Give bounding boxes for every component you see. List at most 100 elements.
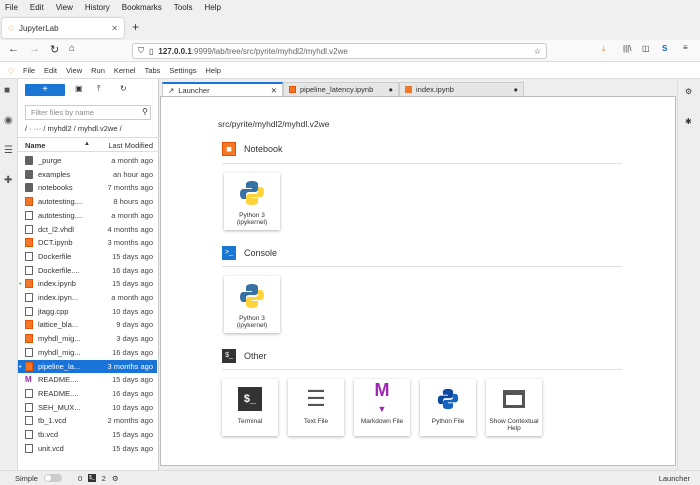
simple-mode-toggle[interactable] — [43, 474, 62, 482]
file-row[interactable]: autotesting.... 8 hours ago — [18, 195, 157, 208]
browser-menu-edit[interactable]: Edit — [30, 3, 44, 12]
column-modified[interactable]: Last Modified — [108, 141, 153, 150]
file-row[interactable]: unit.vcd 15 days ago — [18, 442, 157, 455]
browser-menu-file[interactable]: File — [5, 3, 18, 12]
file-modified: 10 days ago — [112, 306, 153, 316]
tab-launcher[interactable]: ↗ Launcher ✕ — [162, 82, 283, 97]
markdown-icon: M — [25, 375, 32, 385]
browser-menu-bookmarks[interactable]: Bookmarks — [122, 3, 162, 12]
python-logo-icon — [224, 179, 280, 207]
file-row[interactable]: SEH_MUX... 10 days ago — [18, 401, 157, 414]
home-icon[interactable]: ⌂ — [69, 43, 75, 54]
tab-pipeline-latency[interactable]: pipeline_latency.ipynb ● — [283, 82, 399, 97]
forward-icon[interactable]: → — [29, 43, 40, 55]
section-other: $_ Other — [222, 349, 267, 363]
back-icon[interactable]: ← — [8, 43, 19, 55]
file-row[interactable]: notebooks 7 months ago — [18, 181, 157, 194]
browser-menu-help[interactable]: Help — [204, 3, 220, 12]
notebook-icon — [25, 361, 33, 371]
file-row[interactable]: myhdl_mig... 3 days ago — [18, 332, 157, 345]
file-name: _purge — [38, 156, 62, 165]
close-icon[interactable]: ✕ — [271, 86, 277, 95]
menu-run[interactable]: Run — [91, 66, 105, 75]
close-tab-icon[interactable]: ✕ — [111, 24, 118, 33]
property-inspector-icon[interactable]: ⚙ — [685, 87, 692, 96]
console-python3-card[interactable]: Python 3 (ipykernel) — [224, 276, 280, 333]
column-name[interactable]: Name — [25, 141, 45, 150]
browser-menu-view[interactable]: View — [56, 3, 73, 12]
filter-input[interactable]: Filter files by name — [25, 105, 151, 120]
menu-edit[interactable]: Edit — [44, 66, 57, 75]
file-row[interactable]: • index.ipynb 15 days ago — [18, 277, 157, 290]
extension-icon[interactable]: ✚ — [4, 175, 12, 186]
browser-menu-tools[interactable]: Tools — [174, 3, 193, 12]
browser-tab[interactable]: ◌ JupyterLab ✕ — [2, 18, 124, 38]
debugger-icon[interactable]: ✱ — [685, 117, 692, 126]
card-label: Python File — [431, 418, 465, 425]
new-tab-button[interactable]: + — [132, 20, 139, 34]
card-sublabel: (ipykernel) — [236, 219, 268, 226]
bookmark-star-icon[interactable]: ☆ — [534, 47, 541, 56]
download-icon[interactable]: ⤓ — [602, 44, 606, 54]
browser-menubar: File Edit View History Bookmarks Tools Help — [0, 0, 700, 15]
menu-view[interactable]: View — [66, 66, 82, 75]
text-file-card[interactable]: ☰ Text File — [288, 379, 344, 436]
file-row[interactable]: M README.... 15 days ago — [18, 373, 157, 386]
notebook-icon: ◼ — [222, 142, 236, 156]
help-panel-icon — [503, 390, 525, 408]
hamburger-menu-icon[interactable]: ≡ — [683, 43, 688, 52]
file-modified: 3 months ago — [107, 238, 153, 248]
unsaved-dot-icon[interactable]: ● — [513, 85, 518, 94]
markdown-file-card[interactable]: M ▼ Markdown File — [354, 379, 410, 436]
file-modified: 3 months ago — [107, 361, 153, 371]
section-notebook: ◼ Notebook — [222, 142, 283, 156]
file-row[interactable]: index.ipyn... a month ago — [18, 291, 157, 304]
breadcrumb[interactable]: / · ··· / myhdl2 / myhdl.v2we / — [25, 124, 122, 133]
file-row[interactable]: DCT.ipynb 3 months ago — [18, 236, 157, 249]
card-label: Text File — [303, 418, 329, 425]
refresh-icon[interactable]: ↻ — [120, 84, 127, 93]
sidebar-icon[interactable]: ◫ — [642, 44, 650, 53]
contextual-help-card[interactable]: Show Contextual Help — [486, 379, 542, 436]
menu-settings[interactable]: Settings — [169, 66, 196, 75]
menu-tabs[interactable]: Tabs — [145, 66, 161, 75]
new-folder-icon[interactable]: ▣ — [75, 84, 83, 93]
unsaved-dot-icon[interactable]: ● — [388, 85, 393, 94]
python-file-card[interactable]: Python File — [420, 379, 476, 436]
menu-help[interactable]: Help — [206, 66, 221, 75]
new-launcher-button[interactable]: + — [25, 84, 65, 96]
file-row[interactable]: dct_l2.vhdl 4 months ago — [18, 223, 157, 236]
file-row[interactable]: • pipeline_la... 3 months ago — [18, 359, 157, 373]
browser-menu-history[interactable]: History — [85, 3, 110, 12]
file-row[interactable]: README.... 16 days ago — [18, 387, 157, 400]
library-icon[interactable]: |||\ — [623, 44, 631, 53]
file-row[interactable]: lattice_bla... 9 days ago — [18, 318, 157, 331]
tab-index[interactable]: index.ipynb ● — [399, 82, 524, 97]
url-bar[interactable]: ⛉ ▯ 127.0.0.1:9999/lab/tree/src/pyrite/m… — [132, 43, 547, 59]
file-row[interactable]: myhdl_mig... 16 days ago — [18, 346, 157, 359]
file-modified: 16 days ago — [112, 265, 153, 275]
menu-kernel[interactable]: Kernel — [114, 66, 136, 75]
notebook-icon — [405, 86, 412, 93]
python-logo-icon — [224, 282, 280, 310]
running-icon[interactable]: ◉ — [4, 115, 13, 126]
upload-icon[interactable]: ⤒ — [97, 84, 101, 94]
file-row[interactable]: jtagg.cpp 10 days ago — [18, 305, 157, 318]
file-row[interactable]: examples an hour ago — [18, 168, 157, 181]
kernel-count[interactable]: 0 — [78, 474, 82, 483]
terminal-card[interactable]: $_ Terminal — [222, 379, 278, 436]
notebook-python3-card[interactable]: Python 3 (ipykernel) — [224, 173, 280, 230]
reload-icon[interactable]: ↻ — [50, 43, 59, 56]
profile-icon[interactable]: S — [662, 44, 667, 53]
file-row[interactable]: tb.vcd 15 days ago — [18, 428, 157, 441]
file-row[interactable]: Dockerfile 15 days ago — [18, 250, 157, 263]
menu-file[interactable]: File — [23, 66, 35, 75]
file-row[interactable]: _purge a month ago — [18, 154, 157, 167]
file-row[interactable]: Dockerfile.... 16 days ago — [18, 264, 157, 277]
toc-icon[interactable]: ☰ — [4, 145, 13, 156]
file-row[interactable]: autotesting.... a month ago — [18, 209, 157, 222]
terminal-count[interactable]: 2 — [102, 474, 106, 483]
file-row[interactable]: tb_1.vcd 2 months ago — [18, 414, 157, 427]
folder-icon[interactable]: ■ — [4, 85, 10, 96]
notebook-icon — [25, 334, 33, 344]
